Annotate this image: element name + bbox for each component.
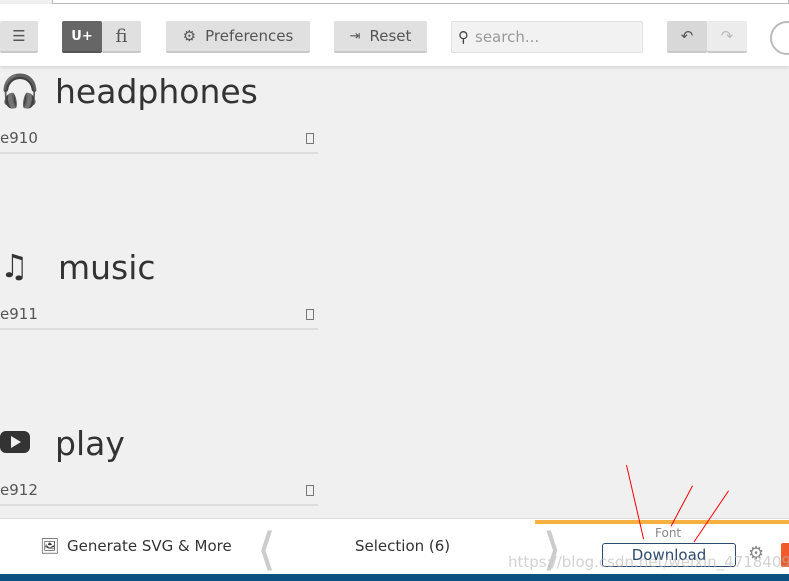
reset-label: Reset xyxy=(369,27,412,45)
music-icon: ♫ xyxy=(0,247,29,285)
hamburger-icon: ☰ xyxy=(12,27,26,45)
preferences-button[interactable]: ⚙ Preferences xyxy=(166,21,310,53)
undo-button[interactable]: ↶ xyxy=(667,21,707,53)
glyph-name[interactable]: play xyxy=(55,424,125,463)
font-tab-indicator xyxy=(535,520,789,524)
glyph-code: e911 xyxy=(0,305,38,323)
tab-arrow-icon: ⇥ xyxy=(349,28,361,44)
chevron-left-icon[interactable]: ❮ xyxy=(258,525,275,571)
generate-label: Generate SVG & More xyxy=(67,537,232,555)
glyph-code-row[interactable]: e911 xyxy=(0,300,318,330)
font-label: Font xyxy=(655,526,682,540)
gear-icon: ⚙ xyxy=(182,27,197,45)
toolbar: ☰ U+ fi ⚙ Preferences ⇥ Reset ⚲ search... ↶… xyxy=(0,4,789,66)
glyph-preview-icon xyxy=(306,485,314,496)
glyph-code: e910 xyxy=(0,129,38,147)
reset-button[interactable]: ⇥ Reset xyxy=(334,21,427,53)
ligature-toggle[interactable]: fi xyxy=(102,21,141,53)
footer-bar xyxy=(0,574,789,581)
generate-svg-button[interactable]: 🖼 Generate SVG & More xyxy=(40,537,232,555)
glyph-code: e912 xyxy=(0,481,38,499)
search-input[interactable]: ⚲ search... xyxy=(451,21,643,53)
redo-button[interactable]: ↷ xyxy=(707,21,747,53)
unicode-toggle[interactable]: U+ xyxy=(62,21,102,53)
menu-button[interactable]: ☰ xyxy=(0,21,38,53)
preferences-label: Preferences xyxy=(205,27,294,45)
undo-icon: ↶ xyxy=(680,27,694,45)
avatar-icon[interactable] xyxy=(770,21,789,55)
glyph-name[interactable]: music xyxy=(58,248,156,287)
headphones-icon: 🎧 xyxy=(0,72,40,110)
glyph-name[interactable]: headphones xyxy=(55,72,258,111)
glyph-code-row[interactable]: e912 xyxy=(0,476,318,506)
glyph-code-row[interactable]: e910 xyxy=(0,124,318,154)
play-icon xyxy=(0,431,30,453)
search-icon: ⚲ xyxy=(458,28,469,46)
glyph-preview-icon xyxy=(306,133,314,144)
watermark: https://blog.csdn.net/weixin_47184093 xyxy=(508,553,789,571)
redo-icon: ↷ xyxy=(720,27,734,45)
search-placeholder: search... xyxy=(475,28,540,46)
image-icon: 🖼 xyxy=(40,537,60,555)
selection-tab[interactable]: Selection (6) xyxy=(355,537,450,555)
glyph-preview-icon xyxy=(306,309,314,320)
